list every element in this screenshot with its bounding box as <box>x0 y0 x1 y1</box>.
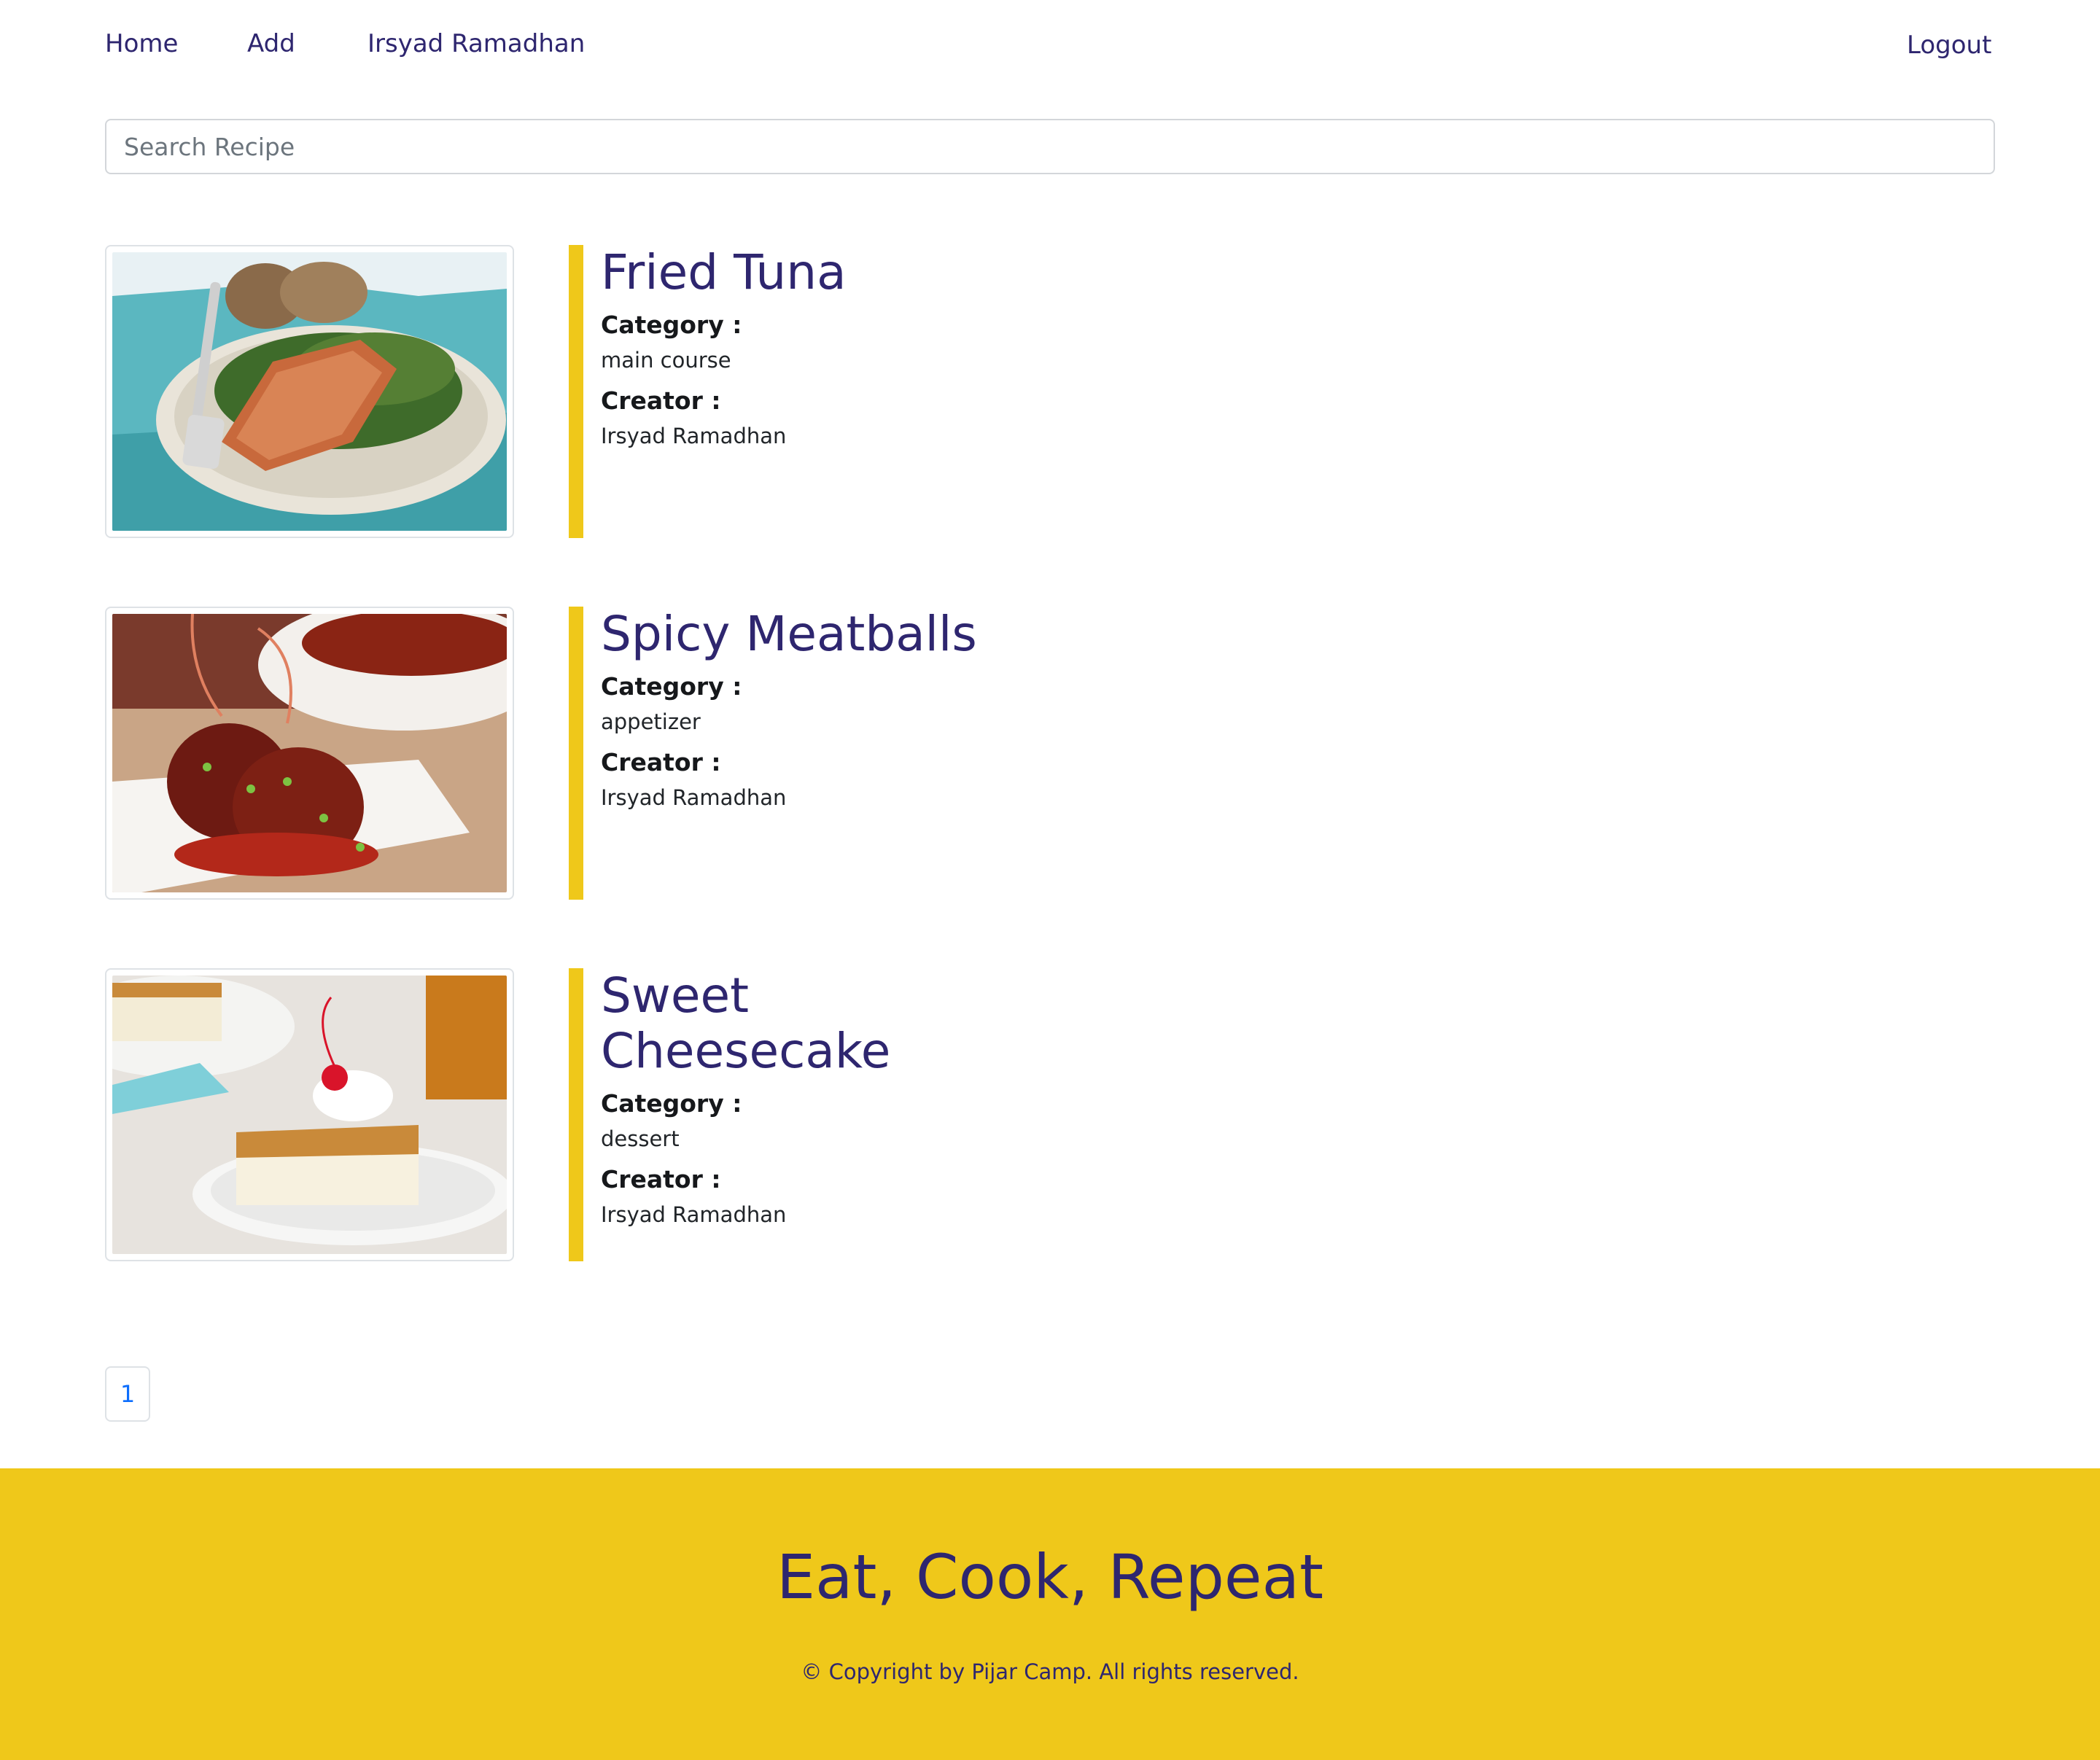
accent-bar <box>569 968 583 1261</box>
recipe-info: Fried Tuna Category : main course Creato… <box>601 245 1111 452</box>
nav-home-link[interactable]: Home <box>105 29 178 58</box>
spicy-meatballs-photo <box>112 614 507 892</box>
footer: Eat, Cook, Repeat © Copyright by Pijar C… <box>0 1468 2100 1760</box>
top-navbar: Home Add Irsyad Ramadhan Logout <box>0 0 2100 95</box>
nav-add-link[interactable]: Add <box>247 29 295 58</box>
footer-tagline: Eat, Cook, Repeat <box>776 1541 1324 1613</box>
category-label: Category : <box>601 311 742 339</box>
accent-bar <box>569 607 583 900</box>
recipe-card: Spicy Meatballs Category : appetizer Cre… <box>105 607 1995 900</box>
recipe-card: Sweet Cheesecake Category : dessert Crea… <box>105 968 1995 1261</box>
recipe-title[interactable]: Sweet Cheesecake <box>601 968 936 1079</box>
recipe-image[interactable] <box>105 968 514 1261</box>
recipe-card: Fried Tuna Category : main course Creato… <box>105 245 1995 538</box>
fried-tuna-photo <box>112 252 507 531</box>
creator-label: Creator : <box>601 1165 721 1194</box>
recipe-title[interactable]: Fried Tuna <box>601 245 1111 300</box>
category-label: Category : <box>601 1089 742 1118</box>
search-recipe-input[interactable] <box>105 119 1995 174</box>
creator-value: Irsyad Ramadhan <box>601 1202 787 1227</box>
nav-user-profile-link[interactable]: Irsyad Ramadhan <box>368 29 585 58</box>
creator-value: Irsyad Ramadhan <box>601 424 787 448</box>
recipe-image[interactable] <box>105 245 514 538</box>
creator-label: Creator : <box>601 386 721 415</box>
recipe-info: Spicy Meatballs Category : appetizer Cre… <box>601 607 1111 814</box>
nav-logout-link[interactable]: Logout <box>1907 31 1991 60</box>
recipe-image[interactable] <box>105 607 514 900</box>
pagination-page-1[interactable]: 1 <box>105 1366 150 1422</box>
recipe-info: Sweet Cheesecake Category : dessert Crea… <box>601 968 936 1231</box>
category-label: Category : <box>601 672 742 701</box>
sweet-cheesecake-photo <box>112 976 507 1254</box>
category-value: main course <box>601 348 731 373</box>
creator-value: Irsyad Ramadhan <box>601 785 787 810</box>
recipe-title[interactable]: Spicy Meatballs <box>601 607 1111 662</box>
accent-bar <box>569 245 583 538</box>
category-value: dessert <box>601 1126 680 1151</box>
footer-copyright: © Copyright by Pijar Camp. All rights re… <box>801 1659 1299 1684</box>
category-value: appetizer <box>601 709 701 734</box>
creator-label: Creator : <box>601 748 721 776</box>
